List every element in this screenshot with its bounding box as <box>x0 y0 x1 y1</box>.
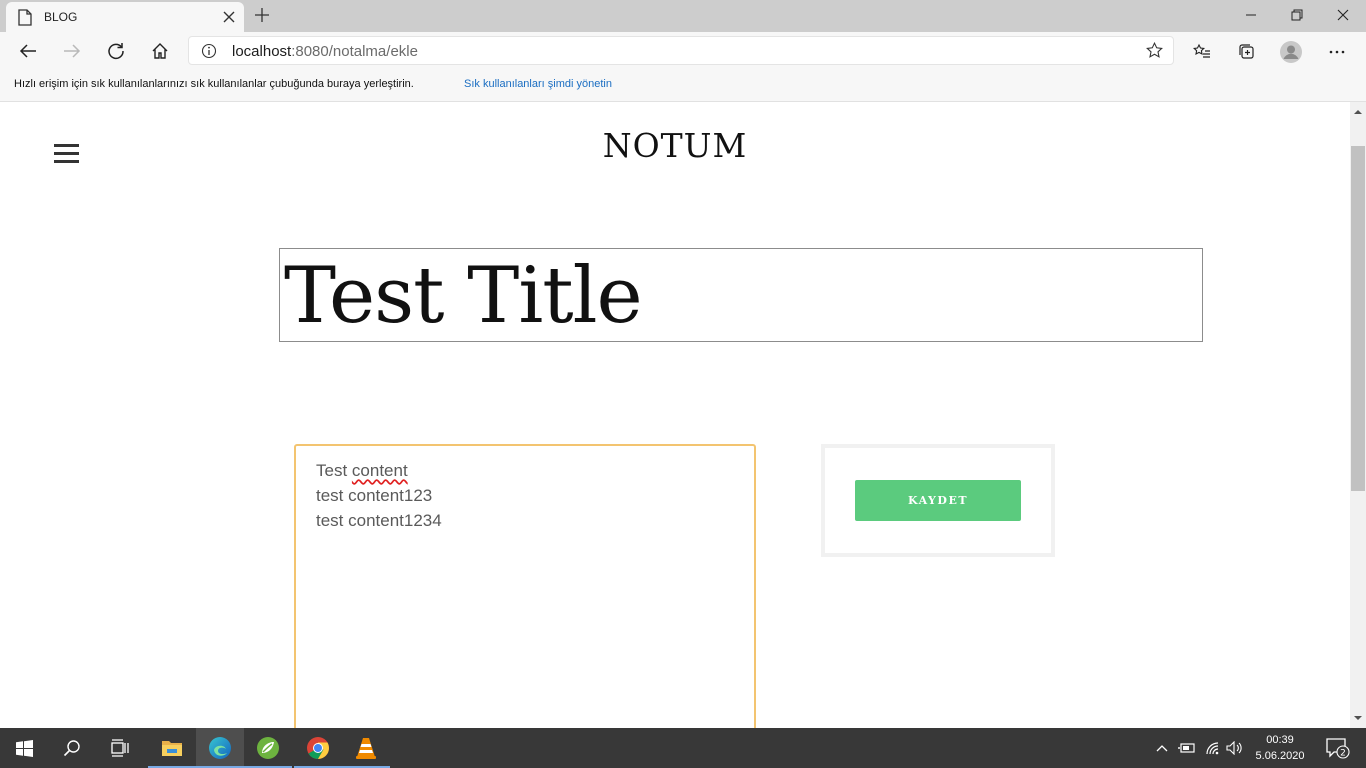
battery-icon[interactable] <box>1176 728 1198 768</box>
clock-date: 5.06.2020 <box>1255 750 1305 762</box>
edge-icon[interactable] <box>196 728 244 768</box>
notification-center-icon[interactable]: 2 <box>1318 728 1358 768</box>
wifi-icon[interactable] <box>1202 728 1224 768</box>
more-options-icon[interactable] <box>1326 41 1348 63</box>
content-line-1: Test content <box>316 461 408 480</box>
favorites-bar-message: Hızlı erişim için sık kullanılanlarınızı… <box>14 78 414 90</box>
save-button[interactable]: KAYDET <box>855 480 1021 521</box>
show-hidden-icons-chevron-icon[interactable] <box>1154 728 1170 768</box>
scroll-up-icon[interactable] <box>1353 107 1363 117</box>
scrollbar-thumb[interactable] <box>1351 146 1365 491</box>
close-tab-icon[interactable] <box>221 9 237 30</box>
chrome-icon[interactable] <box>294 728 342 768</box>
save-panel: KAYDET <box>821 444 1055 557</box>
info-icon[interactable] <box>201 43 217 64</box>
browser-tab[interactable]: BLOG <box>6 2 244 32</box>
task-view-icon[interactable] <box>96 728 144 768</box>
manage-favorites-link[interactable]: Sık kullanılanları şimdi yönetin <box>464 78 612 90</box>
tab-strip: BLOG <box>0 0 1366 32</box>
volume-icon[interactable] <box>1224 728 1246 768</box>
taskbar: 00:39 5.06.2020 2 <box>0 728 1366 768</box>
start-icon[interactable] <box>0 728 48 768</box>
content-textarea[interactable]: Test content test content123 test conten… <box>294 444 756 728</box>
favorites-bar: Hızlı erişim için sık kullanılanlarınızı… <box>0 70 1366 102</box>
close-window-icon[interactable] <box>1328 4 1358 26</box>
minimize-icon[interactable] <box>1236 4 1266 26</box>
url-path: :8080/notalma/ekle <box>291 43 418 60</box>
profile-avatar-icon[interactable] <box>1280 41 1302 63</box>
new-tab-icon[interactable] <box>254 7 270 28</box>
collections-icon[interactable] <box>1236 41 1258 63</box>
url-text[interactable]: localhost:8080/notalma/ekle <box>232 43 418 60</box>
clock[interactable]: 00:39 5.06.2020 <box>1248 732 1312 764</box>
site-title[interactable]: NOTUM <box>0 126 1350 165</box>
tab-title: BLOG <box>44 10 78 24</box>
search-icon[interactable] <box>48 728 96 768</box>
notification-count: 2 <box>1340 749 1346 759</box>
content-line-3: test content1234 <box>316 511 442 530</box>
scroll-down-icon[interactable] <box>1353 713 1363 723</box>
url-host: localhost <box>232 43 292 60</box>
title-input-value: Test Title <box>284 251 643 341</box>
restore-icon[interactable] <box>1282 4 1312 26</box>
address-bar[interactable]: localhost:8080/notalma/ekle <box>188 36 1174 65</box>
home-icon[interactable] <box>148 40 172 62</box>
favorites-icon[interactable] <box>1191 41 1213 63</box>
refresh-icon[interactable] <box>104 40 128 62</box>
browser-toolbar: localhost:8080/notalma/ekle <box>0 32 1366 70</box>
forward-icon[interactable] <box>60 40 84 62</box>
back-icon[interactable] <box>16 40 40 62</box>
favorite-star-icon[interactable] <box>1146 41 1163 64</box>
spring-tool-suite-icon[interactable] <box>244 728 292 768</box>
vlc-icon[interactable] <box>342 728 390 768</box>
title-input[interactable]: Test Title <box>279 248 1203 342</box>
content-line-2: test content123 <box>316 486 433 505</box>
file-explorer-icon[interactable] <box>148 728 196 768</box>
clock-time: 00:39 <box>1266 734 1294 746</box>
spellcheck-word: content <box>351 461 408 480</box>
page-scrollbar[interactable] <box>1350 102 1366 728</box>
page-content: NOTUM Test Title Test content test conte… <box>0 102 1350 728</box>
page-icon <box>18 9 32 31</box>
